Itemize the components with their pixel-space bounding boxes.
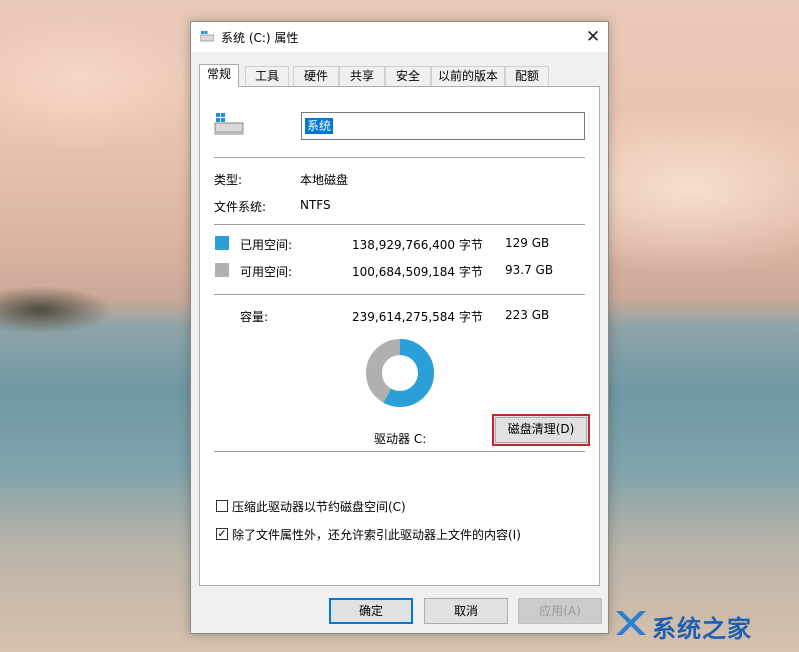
watermark-text: 系统之家 [652,615,752,643]
ok-button[interactable]: 确定 [329,598,413,624]
drive-letter-label: 驱动器 C: [374,432,427,446]
watermark-logo-icon [616,611,646,635]
free-space-swatch [215,263,229,277]
capacity-label: 容量: [240,310,269,324]
tab-quota[interactable]: 配额 [505,66,549,86]
divider [214,224,585,225]
tab-previous-versions[interactable]: 以前的版本 [431,66,505,86]
title-bar[interactable]: 系统 (C:) 属性 ✕ [191,22,608,52]
used-space-size: 129 GB [505,236,550,250]
tab-hardware[interactable]: 硬件 [293,66,339,86]
check-icon: ✓ [217,527,227,540]
capacity-bytes: 239,614,275,584 字节 [352,310,483,324]
used-space-bytes: 138,929,766,400 字节 [352,238,483,252]
disk-cleanup-button-highlight: 磁盘清理(D) [492,414,590,446]
filesystem-value: NTFS [300,198,331,212]
capacity-size: 223 GB [505,308,550,322]
disk-cleanup-button[interactable]: 磁盘清理(D) [495,417,587,443]
cancel-button[interactable]: 取消 [424,598,508,624]
free-space-label: 可用空间: [240,265,293,279]
tab-general[interactable]: 常规 [199,64,239,87]
hard-drive-icon [214,113,244,135]
drive-name-text: 系统 [305,118,334,134]
compress-option-label[interactable]: 压缩此驱动器以节约磁盘空间(C) [232,498,406,515]
tab-tools[interactable]: 工具 [245,66,289,86]
divider [214,294,585,295]
used-space-label: 已用空间: [240,238,293,252]
close-icon: ✕ [585,27,601,47]
tab-security[interactable]: 安全 [385,66,431,86]
background-palm-trees [0,270,150,340]
properties-dialog: 系统 (C:) 属性 ✕ 常规 工具 硬件 共享 安全 以前的版本 配额 系统 … [190,21,609,634]
apply-button[interactable]: 应用(A) [518,598,602,624]
index-checkbox[interactable]: ✓ [216,528,228,540]
drive-icon [200,31,214,42]
type-label: 类型: [214,173,243,187]
close-button[interactable]: ✕ [578,22,608,52]
disk-usage-ring [366,339,434,407]
watermark: 系统之家 [614,604,799,644]
free-space-bytes: 100,684,509,184 字节 [352,265,483,279]
compress-checkbox[interactable] [216,500,228,512]
tab-sharing[interactable]: 共享 [339,66,385,86]
index-option-label[interactable]: 除了文件属性外，还允许索引此驱动器上文件的内容(I) [232,526,521,543]
used-space-swatch [215,236,229,250]
type-value: 本地磁盘 [300,173,349,187]
window-title: 系统 (C:) 属性 [221,31,299,45]
general-panel: 系统 类型: 本地磁盘 文件系统: NTFS 已用空间: 138,929,766… [199,86,600,586]
filesystem-label: 文件系统: [214,200,267,214]
divider [214,451,585,452]
free-space-size: 93.7 GB [505,263,554,277]
divider [214,157,585,158]
drive-name-input[interactable]: 系统 [301,112,585,140]
